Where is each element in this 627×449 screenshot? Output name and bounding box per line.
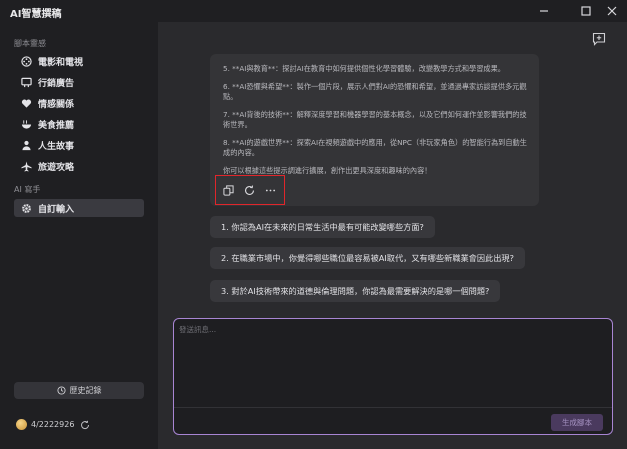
copy-icon[interactable] — [222, 184, 235, 197]
history-label: 歷史記錄 — [69, 386, 102, 395]
title-bar: AI智慧撰稿 — [0, 0, 627, 22]
refresh-icon[interactable] — [80, 420, 90, 430]
airplane-icon — [20, 160, 32, 172]
suggested-question[interactable]: 1. 你認為AI在未來的日常生活中最有可能改變哪些方面? — [210, 216, 435, 238]
sidebar-item-film-tv[interactable]: 電影和電視 — [14, 52, 144, 70]
sidebar-item-label: 旅遊攻略 — [38, 162, 75, 173]
new-chat-icon[interactable] — [592, 32, 606, 46]
person-icon — [20, 139, 32, 151]
sidebar-item-label: 行銷廣告 — [38, 78, 75, 89]
message-line: 7. **AI背後的技術**：解釋深度學習和機器學習的基本概念，以及它們如何運作… — [223, 110, 527, 129]
history-button[interactable]: 歷史記錄 — [14, 382, 144, 399]
credits-display: 4/2222926 — [16, 419, 90, 430]
suggested-question[interactable]: 2. 在職業市場中，你覺得哪些職位最容易被AI取代，又有哪些新職業會因此出現? — [210, 247, 525, 269]
sidebar: 腳本靈感 電影和電視 行銷廣告 情感關係 美食推薦 人生故事 旅遊攻略 AI 寫… — [0, 22, 158, 449]
clock-history-icon — [56, 386, 66, 395]
composer-divider — [174, 407, 612, 408]
sidebar-item-label: 人生故事 — [38, 141, 75, 152]
message-actions — [215, 175, 285, 205]
sidebar-item-custom-input[interactable]: 自訂輸入 — [14, 199, 144, 217]
message-input[interactable] — [179, 324, 604, 404]
sidebar-item-travel[interactable]: 旅遊攻略 — [14, 157, 144, 175]
sidebar-item-relationships[interactable]: 情感關係 — [14, 94, 144, 112]
film-reel-icon — [20, 55, 32, 67]
message-line: 8. **AI的遊戲世界**：探索AI在視頻遊戲中的應用，從NPC（非玩家角色）… — [223, 138, 527, 157]
section-title-script-inspiration: 腳本靈感 — [14, 39, 46, 48]
food-bowl-icon — [20, 118, 32, 130]
close-icon[interactable] — [604, 3, 620, 19]
sidebar-item-label: 電影和電視 — [38, 57, 84, 68]
sidebar-item-life-story[interactable]: 人生故事 — [14, 136, 144, 154]
sidebar-item-label: 美食推薦 — [38, 120, 75, 131]
message-composer: 生成腳本 — [173, 318, 613, 435]
minimize-icon[interactable] — [536, 3, 552, 19]
generate-script-button[interactable]: 生成腳本 — [551, 414, 603, 431]
message-line: 6. **AI恐懼與希望**：製作一個片段，展示人們對AI的恐懼和希望，並通過專… — [223, 82, 527, 101]
gear-icon — [20, 202, 32, 214]
maximize-icon[interactable] — [578, 3, 594, 19]
credits-value: 4/2222926 — [31, 420, 75, 429]
suggested-question[interactable]: 3. 對於AI技術帶來的道德與倫理問題，你認為最需要解決的是哪一個問題? — [210, 280, 501, 302]
coin-icon — [16, 419, 27, 430]
billboard-icon — [20, 76, 32, 88]
sidebar-item-label: 情感關係 — [38, 99, 75, 110]
sidebar-item-marketing[interactable]: 行銷廣告 — [14, 73, 144, 91]
chat-area: 5. **AI與教育**：探討AI在教育中如何提供個性化學習體驗，改變教學方式和… — [158, 22, 627, 449]
heart-icon — [20, 97, 32, 109]
section-title-ai-writer: AI 寫手 — [14, 185, 41, 194]
app-title: AI智慧撰稿 — [10, 9, 62, 20]
regenerate-icon[interactable] — [243, 184, 256, 197]
message-line: 5. **AI與教育**：探討AI在教育中如何提供個性化學習體驗，改變教學方式和… — [223, 64, 505, 73]
sidebar-item-label: 自訂輸入 — [38, 204, 75, 215]
more-icon[interactable] — [264, 184, 277, 197]
sidebar-item-food[interactable]: 美食推薦 — [14, 115, 144, 133]
